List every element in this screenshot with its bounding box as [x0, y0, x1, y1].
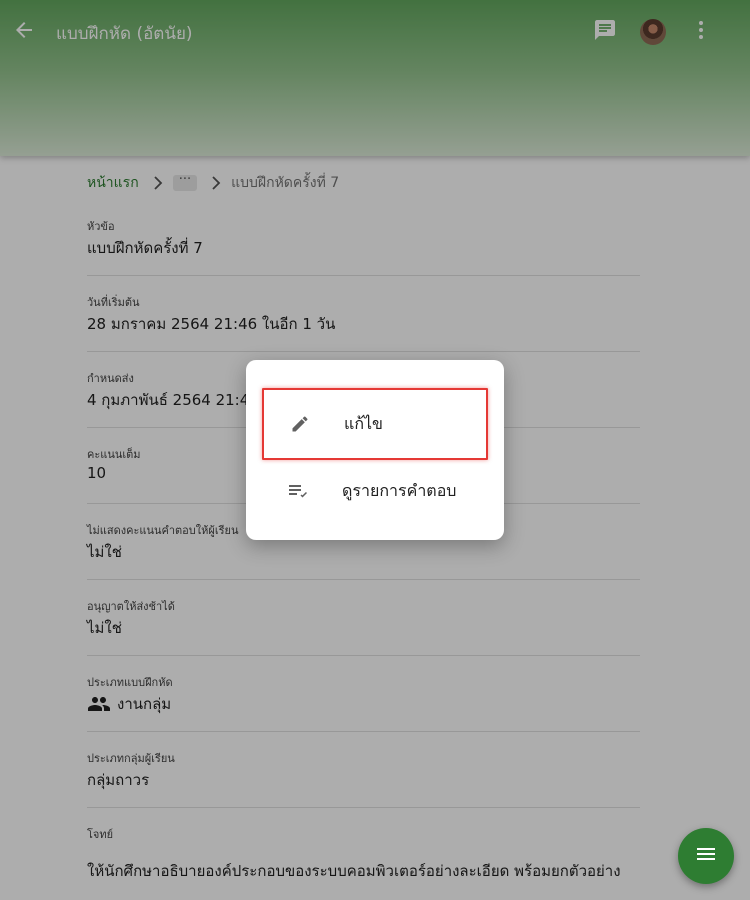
view-answers-menu-item[interactable]: ดูรายการคำตอบ — [262, 457, 484, 525]
menu-fab-button[interactable] — [678, 828, 734, 884]
edit-menu-label: แก้ไข — [344, 413, 383, 433]
view-answers-menu-label: ดูรายการคำตอบ — [342, 480, 457, 500]
pencil-icon — [288, 412, 312, 436]
menu-icon — [694, 842, 718, 870]
playlist-check-icon — [286, 479, 310, 503]
edit-menu-item[interactable]: แก้ไข — [262, 388, 488, 460]
action-menu: แก้ไข ดูรายการคำตอบ — [246, 360, 504, 540]
